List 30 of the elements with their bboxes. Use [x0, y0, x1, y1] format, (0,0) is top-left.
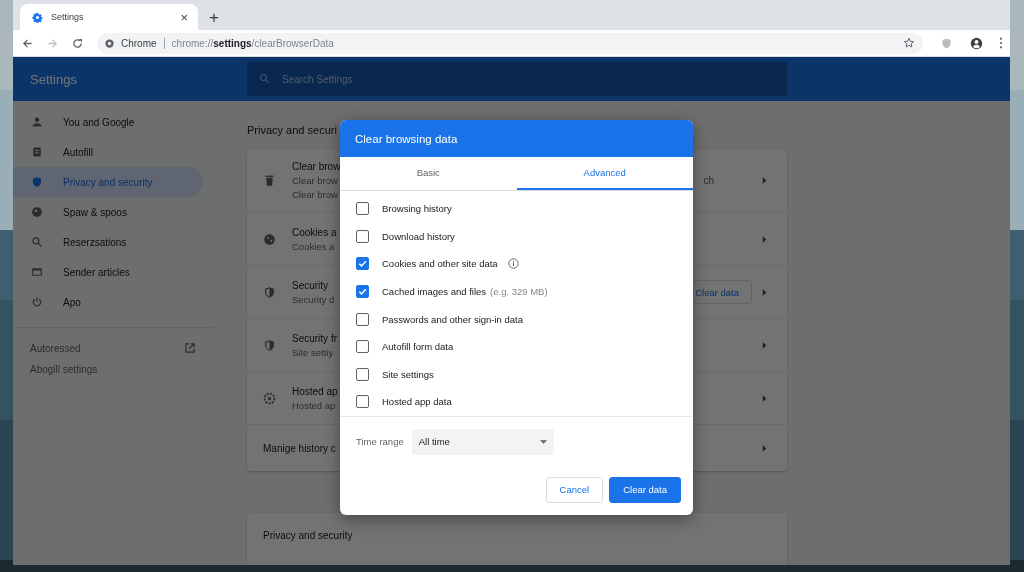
row-title: Security: [292, 279, 329, 291]
row-title: Security fr: [292, 332, 337, 344]
row-title: Cookies a: [292, 226, 337, 238]
row-description: Clear brow: [292, 175, 338, 186]
tab-title: Settings: [51, 12, 85, 22]
row-title: Hosted ap: [292, 385, 338, 397]
time-range-label: Time range: [356, 436, 404, 448]
option-label: Browsing history: [382, 203, 452, 215]
row-description: Site settiy: [292, 346, 334, 358]
row-title: Clear brow: [292, 161, 341, 172]
url-text: chrome://settings/clearBrowserData: [171, 37, 335, 49]
option-label: Hosted app data: [382, 396, 452, 408]
row-title: Manige history c: [263, 442, 336, 454]
option-label: Download history: [382, 230, 455, 242]
option-label: Passwords and other sign-in data: [382, 313, 523, 325]
row-description: Hosted ap: [292, 399, 336, 411]
section-title: Privacy and securi: [247, 124, 338, 136]
option-label: Autofill form data: [382, 341, 454, 353]
option-label: Site settings: [382, 368, 434, 380]
option-label: Cookies and other site data: [382, 258, 498, 270]
site-label: Chrome: [121, 37, 157, 49]
card-title: Privacy and security: [263, 530, 353, 541]
option-note: (e.g. 329 MB): [490, 286, 548, 298]
row-description: Clear brow: [292, 189, 338, 200]
row-description: Cookies a: [292, 240, 335, 252]
dialog-title: Clear browsing data: [355, 132, 458, 145]
page-title: Settings: [29, 71, 78, 87]
row-description: Security d: [292, 293, 335, 305]
row-value: ch: [703, 175, 714, 186]
option-label: Cached images and files: [382, 286, 487, 298]
